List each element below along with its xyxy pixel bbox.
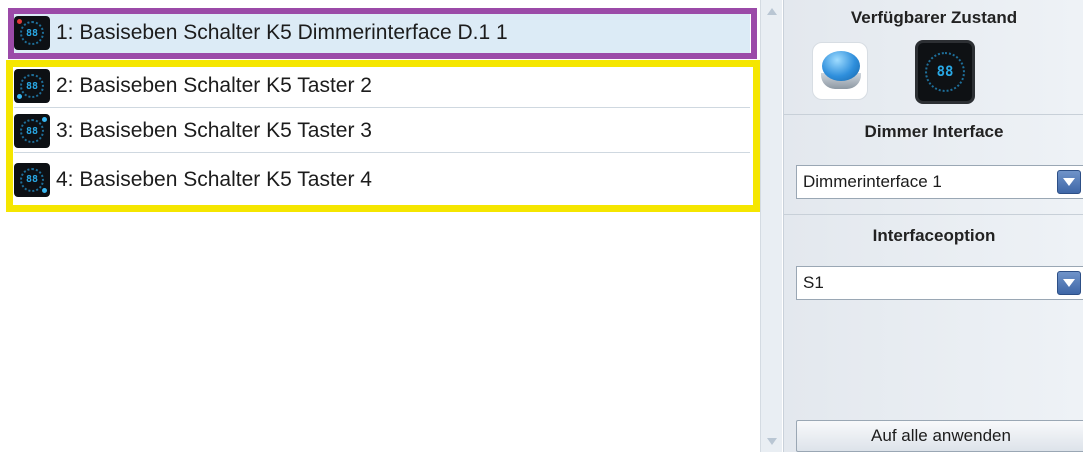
- dimmer-display-icon: 88: [14, 162, 50, 197]
- list-item-2[interactable]: 88 2: Basiseben Schalter K5 Taster 2: [14, 65, 750, 108]
- list-item-label: 4: Basiseben Schalter K5 Taster 4: [56, 167, 372, 191]
- dimmer-display-icon: 88: [14, 114, 50, 148]
- dimmer-display-icon[interactable]: 88: [915, 40, 975, 104]
- interface-option-value: S1: [803, 273, 824, 292]
- scroll-down-button[interactable]: [764, 434, 780, 448]
- apply-to-all-button[interactable]: Auf alle anwenden: [796, 420, 1083, 452]
- list-item-3[interactable]: 88 3: Basiseben Schalter K5 Taster 3: [14, 110, 750, 153]
- dimmer-interface-value: Dimmerinterface 1: [803, 172, 942, 191]
- interface-option-title: Interfaceoption: [872, 226, 996, 245]
- scroll-up-button[interactable]: [764, 4, 780, 18]
- device-list: 88 1: Basiseben Schalter K5 Dimmerinterf…: [0, 0, 760, 452]
- divider: [784, 114, 1083, 115]
- divider: [784, 214, 1083, 215]
- state-title: Verfügbarer Zustand: [850, 8, 1018, 27]
- dimmer-display-icon: 88: [14, 69, 50, 103]
- list-item-1[interactable]: 88 1: Basiseben Schalter K5 Dimmerinterf…: [14, 12, 750, 55]
- arrow-up-icon: [767, 7, 777, 15]
- dimmer-interface-title: Dimmer Interface: [864, 122, 1004, 141]
- list-item-label: 2: Basiseben Schalter K5 Taster 2: [56, 74, 372, 97]
- dimmer-display-icon: 88: [14, 16, 50, 50]
- state-icon-group: 88: [812, 40, 1052, 106]
- arrow-down-icon: [767, 437, 777, 445]
- properties-panel: Verfügbarer Zustand 88 Dimmer Interface …: [783, 0, 1083, 452]
- chevron-down-icon[interactable]: [1057, 271, 1081, 295]
- list-item-4[interactable]: 88 4: Basiseben Schalter K5 Taster 4: [14, 158, 750, 201]
- interface-option-select[interactable]: S1: [796, 266, 1083, 300]
- list-scrollbar[interactable]: [760, 0, 782, 452]
- list-item-label: 1: Basiseben Schalter K5 Dimmerinterface…: [56, 21, 508, 44]
- list-item-label: 3: Basiseben Schalter K5 Taster 3: [56, 119, 372, 142]
- dimmer-interface-select[interactable]: Dimmerinterface 1: [796, 165, 1083, 199]
- chevron-down-icon[interactable]: [1057, 170, 1081, 194]
- push-button-icon[interactable]: [812, 42, 868, 100]
